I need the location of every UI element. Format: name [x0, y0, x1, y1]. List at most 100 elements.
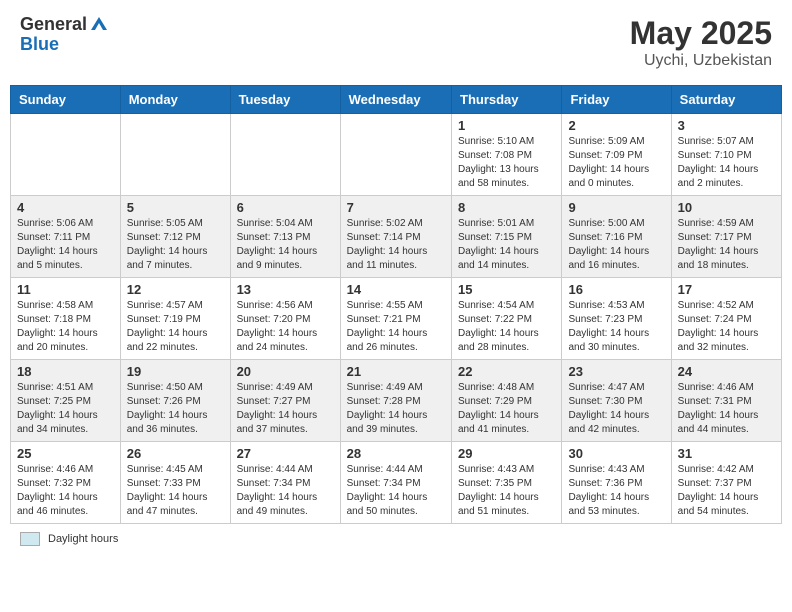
day-number: 29: [458, 446, 555, 461]
calendar-cell: 6Sunrise: 5:04 AM Sunset: 7:13 PM Daylig…: [230, 196, 340, 278]
day-info: Sunrise: 5:01 AM Sunset: 7:15 PM Dayligh…: [458, 217, 555, 273]
day-number: 21: [347, 364, 445, 379]
calendar-cell: 23 Sunrise: 4:47 AM Sunset: 7:30 PM Dayli…: [562, 360, 671, 442]
logo-blue-text: Blue: [20, 35, 109, 55]
day-info: Sunrise: 4:58 AM Sunset: 7:18 PM Dayligh…: [17, 299, 114, 355]
calendar-cell: 3 Sunrise: 5:07 AM Sunset: 7:10 PM Daylig…: [671, 114, 781, 196]
calendar-cell: 31Sunrise: 4:42 AM Sunset: 7:37 PM Dayli…: [671, 442, 781, 524]
day-number: 3: [678, 118, 775, 133]
title-block: May 2025 Uychi, Uzbekistan: [630, 15, 772, 70]
day-number: 2: [568, 118, 664, 133]
legend-label: Daylight hours: [48, 533, 118, 545]
day-number: 20: [237, 364, 334, 379]
calendar-cell: 16 Sunrise: 4:53 AM Sunset: 7:23 PM Dayli…: [562, 278, 671, 360]
calendar-cell: 27Sunrise: 4:44 AM Sunset: 7:34 PM Dayli…: [230, 442, 340, 524]
logo-general-text: General: [20, 15, 87, 35]
day-number: 25: [17, 446, 114, 461]
day-number: 22: [458, 364, 555, 379]
day-info: Sunrise: 5:06 AM Sunset: 7:11 PM Dayligh…: [17, 217, 114, 273]
day-number: 12: [127, 282, 224, 297]
day-number: 28: [347, 446, 445, 461]
day-info: Sunrise: 4:53 AM Sunset: 7:23 PM Dayligh…: [568, 299, 664, 355]
day-info: Sunrise: 4:59 AM Sunset: 7:17 PM Dayligh…: [678, 217, 775, 273]
day-info: Sunrise: 4:57 AM Sunset: 7:19 PM Dayligh…: [127, 299, 224, 355]
legend-color-box: [20, 532, 40, 546]
calendar-day-header: Thursday: [452, 86, 562, 114]
day-number: 14: [347, 282, 445, 297]
calendar-cell: 7 Sunrise: 5:02 AM Sunset: 7:14 PM Daylig…: [340, 196, 451, 278]
calendar-cell: 28 Sunrise: 4:44 AM Sunset: 7:34 PM Dayli…: [340, 442, 451, 524]
calendar-cell: 14 Sunrise: 4:55 AM Sunset: 7:21 PM Dayli…: [340, 278, 451, 360]
day-number: 13: [237, 282, 334, 297]
calendar-cell: 17Sunrise: 4:52 AM Sunset: 7:24 PM Dayli…: [671, 278, 781, 360]
calendar-cell: 24Sunrise: 4:46 AM Sunset: 7:31 PM Dayli…: [671, 360, 781, 442]
day-info: Sunrise: 4:55 AM Sunset: 7:21 PM Dayligh…: [347, 299, 445, 355]
calendar-cell: 30 Sunrise: 4:43 AM Sunset: 7:36 PM Dayli…: [562, 442, 671, 524]
day-number: 24: [678, 364, 775, 379]
day-info: Sunrise: 5:10 AM Sunset: 7:08 PM Dayligh…: [458, 135, 555, 191]
logo-icon: [89, 15, 109, 35]
day-info: Sunrise: 4:43 AM Sunset: 7:35 PM Dayligh…: [458, 463, 555, 519]
calendar-day-header: Wednesday: [340, 86, 451, 114]
day-info: Sunrise: 5:09 AM Sunset: 7:09 PM Dayligh…: [568, 135, 664, 191]
page-header: General Blue May 2025 Uychi, Uzbekistan: [10, 10, 782, 75]
calendar-day-header: Friday: [562, 86, 671, 114]
calendar-footer: Daylight hours: [10, 532, 782, 546]
day-number: 27: [237, 446, 334, 461]
logo: General Blue: [20, 15, 109, 55]
calendar-week-row: 4 Sunrise: 5:06 AM Sunset: 7:11 PM Daylig…: [11, 196, 782, 278]
day-number: 4: [17, 200, 114, 215]
day-info: Sunrise: 5:05 AM Sunset: 7:12 PM Dayligh…: [127, 217, 224, 273]
calendar-week-row: 11 Sunrise: 4:58 AM Sunset: 7:18 PM Dayli…: [11, 278, 782, 360]
day-number: 26: [127, 446, 224, 461]
day-info: Sunrise: 5:07 AM Sunset: 7:10 PM Dayligh…: [678, 135, 775, 191]
calendar-header-row: SundayMondayTuesdayWednesdayThursdayFrid…: [11, 86, 782, 114]
day-info: Sunrise: 4:45 AM Sunset: 7:33 PM Dayligh…: [127, 463, 224, 519]
day-info: Sunrise: 5:04 AM Sunset: 7:13 PM Dayligh…: [237, 217, 334, 273]
calendar-day-header: Monday: [120, 86, 230, 114]
calendar-cell: [120, 114, 230, 196]
calendar-cell: 12 Sunrise: 4:57 AM Sunset: 7:19 PM Dayli…: [120, 278, 230, 360]
calendar-cell: 26 Sunrise: 4:45 AM Sunset: 7:33 PM Dayli…: [120, 442, 230, 524]
day-number: 16: [568, 282, 664, 297]
day-info: Sunrise: 4:46 AM Sunset: 7:32 PM Dayligh…: [17, 463, 114, 519]
day-info: Sunrise: 4:49 AM Sunset: 7:28 PM Dayligh…: [347, 381, 445, 437]
calendar-cell: 4 Sunrise: 5:06 AM Sunset: 7:11 PM Daylig…: [11, 196, 121, 278]
calendar-cell: 8Sunrise: 5:01 AM Sunset: 7:15 PM Daylig…: [452, 196, 562, 278]
calendar-day-header: Tuesday: [230, 86, 340, 114]
day-info: Sunrise: 4:54 AM Sunset: 7:22 PM Dayligh…: [458, 299, 555, 355]
calendar-cell: 25 Sunrise: 4:46 AM Sunset: 7:32 PM Dayli…: [11, 442, 121, 524]
calendar-table: SundayMondayTuesdayWednesdayThursdayFrid…: [10, 85, 782, 524]
calendar-cell: 2 Sunrise: 5:09 AM Sunset: 7:09 PM Daylig…: [562, 114, 671, 196]
day-number: 19: [127, 364, 224, 379]
day-number: 15: [458, 282, 555, 297]
day-number: 31: [678, 446, 775, 461]
calendar-cell: 29 Sunrise: 4:43 AM Sunset: 7:35 PM Dayli…: [452, 442, 562, 524]
day-info: Sunrise: 4:51 AM Sunset: 7:25 PM Dayligh…: [17, 381, 114, 437]
calendar-cell: 22 Sunrise: 4:48 AM Sunset: 7:29 PM Dayli…: [452, 360, 562, 442]
day-info: Sunrise: 4:56 AM Sunset: 7:20 PM Dayligh…: [237, 299, 334, 355]
calendar-cell: [11, 114, 121, 196]
day-number: 30: [568, 446, 664, 461]
day-number: 7: [347, 200, 445, 215]
day-info: Sunrise: 4:47 AM Sunset: 7:30 PM Dayligh…: [568, 381, 664, 437]
calendar-day-header: Saturday: [671, 86, 781, 114]
calendar-cell: 21 Sunrise: 4:49 AM Sunset: 7:28 PM Dayli…: [340, 360, 451, 442]
calendar-cell: [340, 114, 451, 196]
day-number: 11: [17, 282, 114, 297]
day-number: 18: [17, 364, 114, 379]
calendar-cell: 19Sunrise: 4:50 AM Sunset: 7:26 PM Dayli…: [120, 360, 230, 442]
day-info: Sunrise: 4:43 AM Sunset: 7:36 PM Dayligh…: [568, 463, 664, 519]
day-number: 9: [568, 200, 664, 215]
day-info: Sunrise: 5:02 AM Sunset: 7:14 PM Dayligh…: [347, 217, 445, 273]
day-number: 23: [568, 364, 664, 379]
calendar-week-row: 1Sunrise: 5:10 AM Sunset: 7:08 PM Daylig…: [11, 114, 782, 196]
month-title: May 2025: [630, 15, 772, 52]
calendar-cell: 15 Sunrise: 4:54 AM Sunset: 7:22 PM Dayli…: [452, 278, 562, 360]
day-number: 17: [678, 282, 775, 297]
day-info: Sunrise: 4:44 AM Sunset: 7:34 PM Dayligh…: [347, 463, 445, 519]
calendar-week-row: 18 Sunrise: 4:51 AM Sunset: 7:25 PM Dayli…: [11, 360, 782, 442]
calendar-cell: 10Sunrise: 4:59 AM Sunset: 7:17 PM Dayli…: [671, 196, 781, 278]
day-info: Sunrise: 5:00 AM Sunset: 7:16 PM Dayligh…: [568, 217, 664, 273]
day-info: Sunrise: 4:48 AM Sunset: 7:29 PM Dayligh…: [458, 381, 555, 437]
